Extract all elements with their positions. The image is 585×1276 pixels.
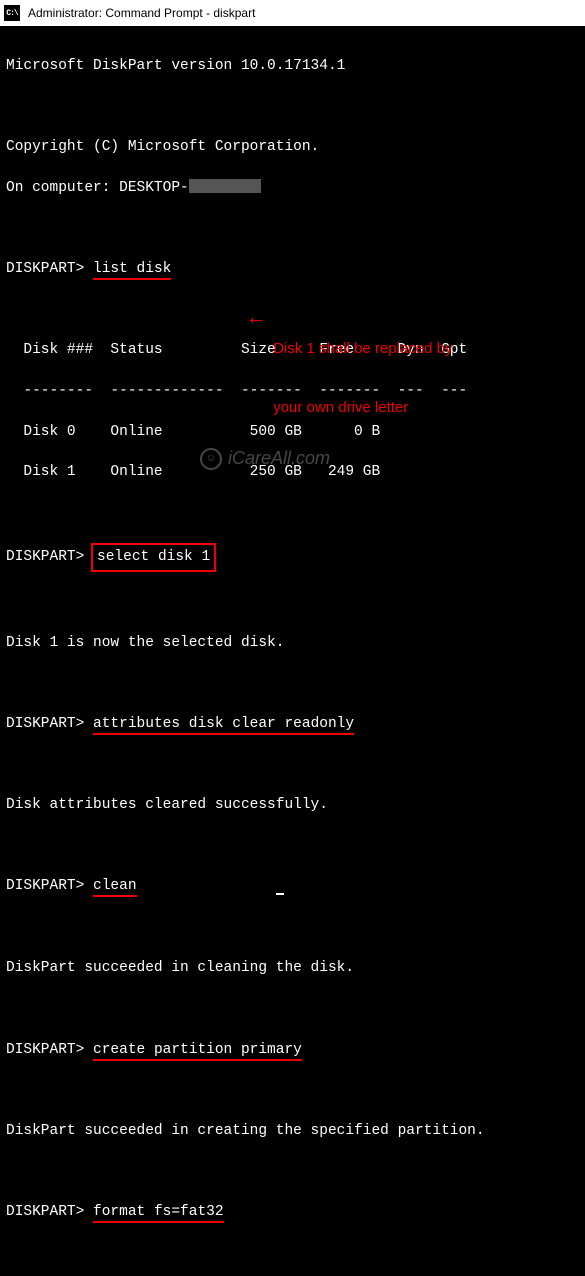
cmd-attributes: attributes disk clear readonly: [93, 716, 354, 735]
blank-line: [6, 503, 579, 523]
blank-line: [6, 918, 579, 938]
cmd-format: format fs=fat32: [93, 1204, 224, 1223]
cmd-icon: C:\: [4, 5, 20, 21]
blank-line: [6, 836, 579, 856]
blank-line: [6, 1161, 579, 1181]
msg-create: DiskPart succeeded in creating the speci…: [6, 1121, 579, 1141]
msg-attributes: Disk attributes cleared successfully.: [6, 795, 579, 815]
cmd-create-partition: create partition primary: [93, 1042, 302, 1061]
version-line: Microsoft DiskPart version 10.0.17134.1: [6, 56, 579, 76]
arrow-left-icon: ←: [250, 304, 263, 335]
redacted-hostname: [189, 179, 261, 193]
annotation-callout: ← Disk 1 shall be replaced by your own d…: [250, 300, 452, 456]
prompt-line: DISKPART> create partition primary: [6, 1040, 579, 1060]
annotation-text: Disk 1 shall be replaced by your own dri…: [273, 300, 452, 456]
cmd-clean: clean: [93, 878, 137, 897]
prompt-line: DISKPART> format fs=fat32: [6, 1202, 579, 1222]
computer-line: On computer: DESKTOP-: [6, 178, 579, 198]
diskpart-prompt: DISKPART>: [6, 1204, 84, 1220]
cmd-list-disk: list disk: [93, 261, 171, 280]
cursor: [276, 893, 284, 895]
blank-line: [6, 219, 579, 239]
diskpart-prompt: DISKPART>: [6, 878, 84, 894]
blank-line: [6, 592, 579, 612]
prompt-line: DISKPART> clean: [6, 876, 579, 897]
watermark-text: iCareAll.com: [228, 446, 330, 471]
watermark: ☺ iCareAll.com: [200, 446, 330, 471]
diskpart-prompt: DISKPART>: [6, 261, 84, 277]
blank-line: [6, 754, 579, 774]
window-title-bar: C:\ Administrator: Command Prompt - disk…: [0, 0, 585, 28]
smiley-icon: ☺: [200, 448, 222, 470]
blank-line: [6, 1080, 579, 1100]
cmd-icon-label: C:\: [6, 9, 17, 18]
blank-line: [6, 97, 579, 117]
prompt-line: DISKPART> attributes disk clear readonly: [6, 714, 579, 734]
terminal-output[interactable]: Microsoft DiskPart version 10.0.17134.1 …: [0, 28, 585, 1276]
blank-line: [6, 999, 579, 1019]
annotation-line-2: your own drive letter: [273, 398, 452, 418]
diskpart-prompt: DISKPART>: [6, 716, 84, 732]
cmd-select-disk: select disk 1: [91, 543, 216, 571]
diskpart-prompt: DISKPART>: [6, 1042, 84, 1058]
prompt-line: DISKPART> list disk: [6, 259, 579, 279]
blank-line: [6, 673, 579, 693]
prompt-line: DISKPART> select disk 1: [6, 543, 579, 571]
msg-clean: DiskPart succeeded in cleaning the disk.: [6, 958, 579, 978]
annotation-line-1: Disk 1 shall be replaced by: [273, 339, 452, 359]
computer-prefix: On computer: DESKTOP-: [6, 180, 189, 196]
copyright-line: Copyright (C) Microsoft Corporation.: [6, 137, 579, 157]
diskpart-prompt: DISKPART>: [6, 549, 84, 565]
window-title: Administrator: Command Prompt - diskpart: [28, 6, 255, 20]
msg-selected: Disk 1 is now the selected disk.: [6, 633, 579, 653]
